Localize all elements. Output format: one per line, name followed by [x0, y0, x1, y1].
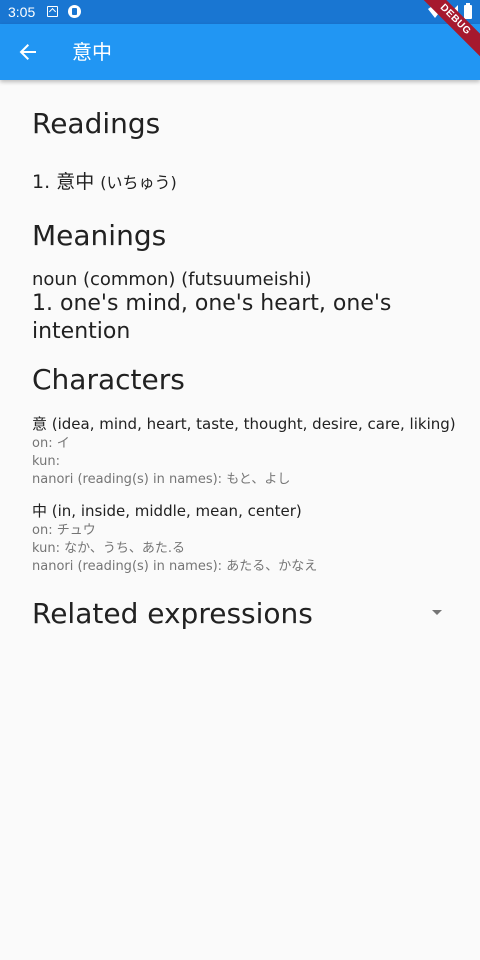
- app-bar: 意中: [0, 24, 480, 80]
- kanji-header: 中 (in, inside, middle, mean, center): [32, 502, 302, 520]
- page-title: 意中: [72, 40, 112, 64]
- back-button[interactable]: [12, 36, 44, 68]
- reading-kana: (いちゅう): [100, 173, 177, 192]
- arrow-drop-down-icon: [432, 610, 442, 615]
- kanji-nanori-reading: nanori (reading(s) in names): あたる、かなえ: [32, 559, 318, 574]
- kanji-on-reading: on: チュウ: [32, 523, 96, 538]
- kanji-kun-reading: kun:: [32, 454, 60, 469]
- status-bar: 3:05: [0, 0, 480, 24]
- meaning-gloss: 1. one's mind, one's heart, one's intent…: [32, 291, 392, 344]
- kanji-kun-reading: kun: なか、うち、あた.る: [32, 541, 185, 556]
- notification-a-icon: [47, 6, 58, 17]
- kanji-card: 意 (idea, mind, heart, taste, thought, de…: [32, 413, 456, 489]
- characters-heading: Characters: [32, 363, 185, 396]
- reading-kanji: 意中: [56, 171, 95, 193]
- kanji-nanori-reading: nanori (reading(s) in names): もと、よし: [32, 472, 291, 487]
- battery-icon: [464, 3, 472, 19]
- meanings-heading: Meanings: [32, 219, 167, 252]
- notification-app-icon: [68, 5, 81, 18]
- status-time: 3:05: [8, 4, 36, 20]
- related-expressions-heading: Related expressions: [32, 597, 313, 630]
- kanji-header: 意 (idea, mind, heart, taste, thought, de…: [32, 415, 456, 433]
- part-of-speech: noun (common) (futsuumeishi): [32, 269, 312, 290]
- arrow-back-icon: [19, 44, 36, 60]
- kanji-card: 中 (in, inside, middle, mean, center) on:…: [32, 500, 448, 576]
- reading-number: 1.: [32, 171, 51, 193]
- related-expressions-toggle[interactable]: Related expressions: [32, 594, 448, 634]
- reading-item: 1. 意中 (いちゅう): [32, 168, 177, 197]
- kanji-on-reading: on: イ: [32, 436, 70, 451]
- readings-heading: Readings: [32, 107, 161, 140]
